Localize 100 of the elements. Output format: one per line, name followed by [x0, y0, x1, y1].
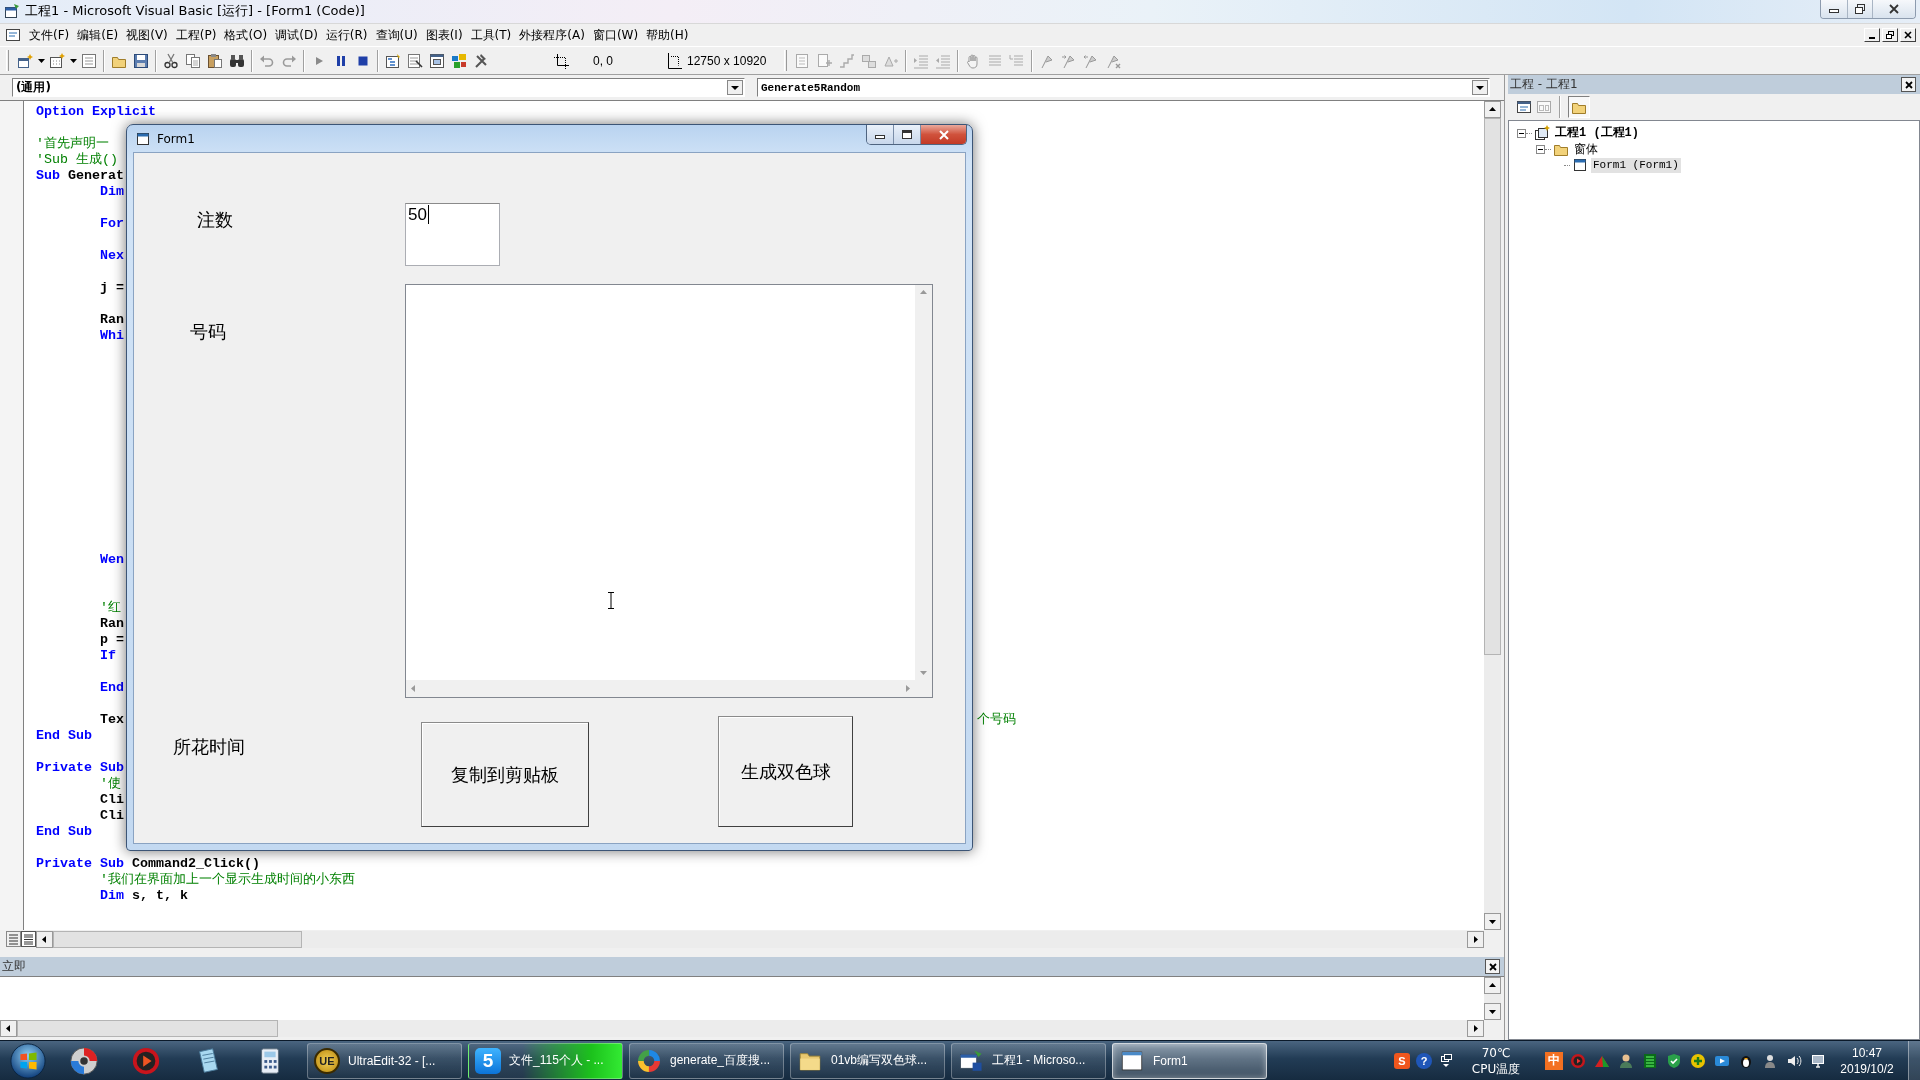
tree-window-icon[interactable] — [385, 52, 401, 69]
disc-icon[interactable] — [69, 1045, 99, 1076]
code-line: Tex — [100, 712, 124, 727]
menu-item[interactable]: 外接程序(A) — [515, 24, 589, 46]
cpu-temperature: 70℃ — [1481, 1044, 1511, 1061]
tree-item[interactable]: Form1 (Form1) — [1591, 157, 1681, 173]
child-close-button[interactable] — [1900, 28, 1916, 42]
close-icon — [1488, 962, 1497, 971]
tree-item[interactable]: 工程1 (工程1) — [1553, 125, 1641, 141]
code-line: Dim — [100, 184, 124, 199]
menu-item[interactable]: 运行(R) — [321, 24, 372, 46]
tree-item[interactable]: 窗体 — [1572, 141, 1600, 157]
show-desktop-button[interactable] — [1908, 1041, 1920, 1080]
maximize-button[interactable] — [893, 125, 920, 144]
close-button[interactable] — [1872, 0, 1915, 18]
windows-caret-icon[interactable] — [1438, 1052, 1454, 1069]
collapse-icon[interactable] — [1536, 144, 1545, 154]
size-marks-icon[interactable] — [666, 52, 682, 69]
menu-item[interactable]: 工具(T) — [466, 24, 516, 46]
vertical-scrollbar[interactable] — [1484, 977, 1501, 1020]
caret-icon[interactable] — [37, 58, 45, 63]
window-title: 工程1 - Microsoft Visual Basic [运行] - [Form1 (Code)] — [25, 2, 365, 20]
taskbar-button[interactable]: 01vb编写双色球... — [790, 1042, 945, 1079]
taskbar-button[interactable]: generate_百度搜... — [629, 1042, 784, 1079]
property-sheet-icon[interactable] — [407, 52, 423, 69]
menu-item[interactable]: 窗口(W) — [588, 24, 643, 46]
scrollbar-thumb[interactable] — [53, 930, 302, 948]
taskbar-button[interactable]: 5 文件_115个人 - ... — [468, 1042, 623, 1079]
minimize-button[interactable] — [1821, 0, 1847, 18]
code-line: End Sub — [36, 728, 92, 743]
shield-icon[interactable] — [1666, 1052, 1682, 1069]
menu-item[interactable]: 工程(P) — [171, 24, 221, 46]
arrow-up-icon[interactable] — [1484, 101, 1501, 118]
menu-item[interactable]: 格式(O) — [220, 24, 272, 46]
restore-icon — [1855, 4, 1865, 14]
play-circle-icon[interactable] — [131, 1045, 161, 1076]
colored-blocks-icon[interactable] — [451, 52, 467, 69]
arrow-up-icon[interactable] — [1484, 977, 1501, 994]
arrow-right-icon[interactable] — [1467, 930, 1484, 948]
menu-item[interactable]: 调试(D) — [271, 24, 322, 46]
menu-item[interactable]: 帮助(H) — [642, 24, 693, 46]
arrow-left-icon[interactable] — [36, 930, 53, 948]
copy-icon[interactable] — [185, 52, 201, 69]
immediate-input[interactable] — [0, 977, 1484, 1020]
command-button[interactable]: 生成双色球 — [718, 716, 853, 827]
count-field[interactable]: 50 — [405, 203, 500, 266]
corner-marks-icon[interactable] — [553, 52, 569, 69]
scissors-icon[interactable] — [163, 52, 179, 69]
minimize-button[interactable] — [867, 125, 893, 144]
clipboard-icon[interactable] — [207, 52, 223, 69]
code-line: Cli — [100, 808, 124, 823]
split-lines-icon[interactable] — [21, 931, 36, 947]
arrow-left-icon[interactable] — [0, 1020, 17, 1037]
arrow-right-icon[interactable] — [1467, 1020, 1484, 1037]
hammer-wrench-icon[interactable] — [473, 52, 489, 69]
caret-icon[interactable] — [69, 58, 77, 63]
binoculars-icon[interactable] — [229, 52, 245, 69]
toggle-folders-button[interactable] — [1568, 96, 1590, 118]
scrollbar-thumb[interactable] — [17, 1020, 278, 1037]
play-circle-icon[interactable] — [1570, 1052, 1586, 1069]
scrollbar-thumb[interactable] — [1484, 118, 1501, 655]
code-window-icon[interactable] — [5, 27, 21, 43]
menu-item[interactable]: 图表(I) — [421, 24, 467, 46]
code-line: Wen — [100, 552, 124, 567]
menu-window-icon[interactable] — [81, 52, 97, 69]
collapse-icon[interactable] — [1517, 128, 1526, 138]
person-icon[interactable] — [1762, 1052, 1778, 1069]
stacked-windows-icon[interactable] — [429, 52, 445, 69]
tray-badge[interactable]: ? — [1416, 1052, 1432, 1069]
numbers-field[interactable] — [405, 284, 933, 698]
monitor-icon[interactable] — [1810, 1052, 1826, 1069]
horizontal-scrollbar[interactable] — [36, 930, 1484, 948]
window-sparkle-icon[interactable] — [17, 52, 33, 69]
form-icon[interactable] — [135, 130, 151, 147]
menu-item[interactable]: 文件(F) — [25, 24, 74, 46]
code-line: '使 — [100, 776, 121, 791]
menu-item[interactable]: 查询(U) — [371, 24, 422, 46]
procedure-dropdown[interactable]: Generate5Random — [757, 78, 1490, 97]
child-minimize-button[interactable] — [1864, 28, 1880, 42]
project-tree[interactable]: 工程1 (工程1) 窗体 Form1 (Form1) — [1508, 120, 1920, 1040]
menu-item[interactable]: 编辑(E) — [73, 24, 123, 46]
taskbar-button[interactable]: Form1 — [1112, 1042, 1267, 1079]
person-icon[interactable] — [1618, 1052, 1634, 1069]
taskbar-button[interactable]: UE UltraEdit-32 - [... — [307, 1042, 462, 1079]
vertical-scrollbar[interactable] — [1484, 101, 1501, 930]
taskbar-button[interactable]: 工程1 - Microso... — [951, 1042, 1106, 1079]
close-button[interactable] — [1485, 959, 1500, 974]
restore-button[interactable] — [1847, 0, 1872, 18]
close-button[interactable] — [1901, 77, 1916, 92]
form-sparkle-icon[interactable] — [49, 52, 65, 69]
arrow-down-icon[interactable] — [1484, 913, 1501, 930]
grid-icon[interactable] — [1642, 1052, 1658, 1069]
command-button[interactable]: 复制到剪贴板 — [421, 722, 589, 827]
child-restore-button[interactable] — [1882, 28, 1898, 42]
code-window-icon[interactable] — [1516, 99, 1532, 115]
plus-circle-icon[interactable] — [1690, 1052, 1706, 1069]
object-dropdown[interactable]: (通用) — [12, 78, 745, 97]
menu-item[interactable]: 视图(V) — [122, 24, 172, 46]
horizontal-scrollbar[interactable] — [0, 1020, 1484, 1037]
arrow-down-icon[interactable] — [1484, 1003, 1501, 1020]
